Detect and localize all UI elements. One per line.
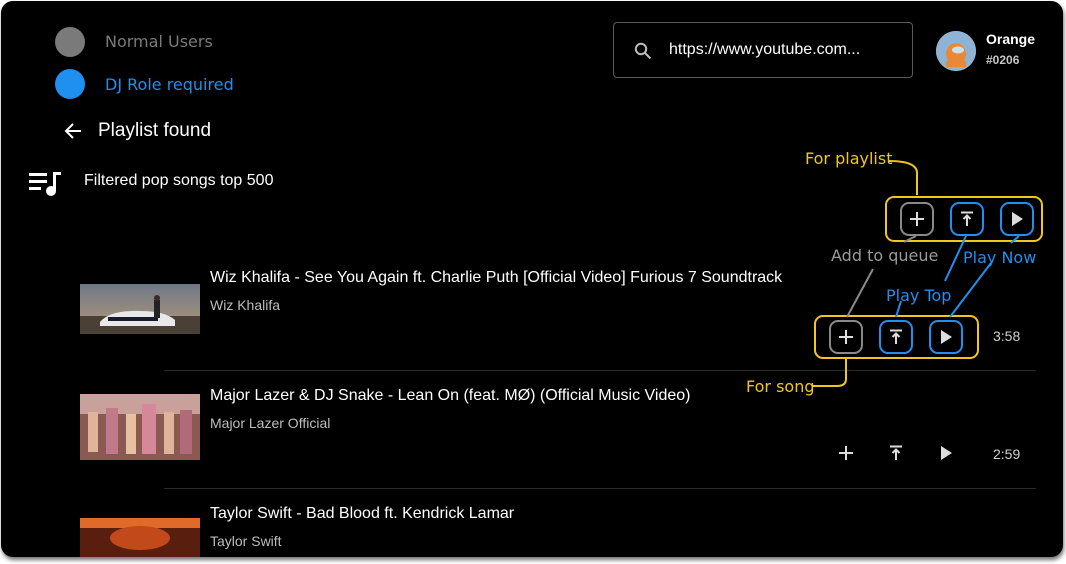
- page-title: Playlist found: [98, 120, 212, 141]
- song-add-button[interactable]: [829, 436, 863, 470]
- plus-icon: [839, 330, 853, 344]
- play-top-annotation: Play Top: [886, 286, 952, 305]
- divider: [164, 488, 1036, 489]
- play-icon: [941, 330, 952, 344]
- search-input[interactable]: https://www.youtube.com...: [613, 22, 913, 78]
- for-song-annotation: For song: [746, 377, 815, 396]
- search-icon: [634, 42, 652, 60]
- song-thumbnail: [80, 394, 200, 460]
- song-play-top-button[interactable]: [879, 320, 913, 354]
- normal-users-dot: [55, 27, 85, 57]
- avatar[interactable]: [936, 31, 976, 71]
- play-top-icon: [890, 329, 902, 344]
- song-duration: 3:58: [993, 328, 1021, 344]
- playlist-add-button[interactable]: [900, 202, 934, 236]
- plus-icon: [910, 212, 924, 226]
- song-play-now-button[interactable]: [929, 320, 963, 354]
- playlist-name: Filtered pop songs top 500: [84, 172, 274, 189]
- add-to-queue-annotation: Add to queue: [831, 246, 939, 265]
- song-thumbnail: [80, 284, 200, 334]
- song-play-now-button[interactable]: [929, 436, 963, 470]
- play-top-icon: [961, 211, 973, 226]
- normal-users-label: Normal Users: [105, 32, 213, 51]
- play-icon: [1012, 212, 1023, 226]
- dj-role-dot: [55, 69, 85, 99]
- song-title[interactable]: Wiz Khalifa - See You Again ft. Charlie …: [210, 269, 782, 287]
- playlist-play-top-button[interactable]: [950, 202, 984, 236]
- song-title[interactable]: Major Lazer & DJ Snake - Lean On (feat. …: [210, 387, 690, 405]
- app-window: Normal Users DJ Role required https://ww…: [1, 1, 1063, 557]
- song-artist: Major Lazer Official: [210, 415, 331, 431]
- search-value: https://www.youtube.com...: [669, 41, 861, 58]
- for-playlist-annotation: For playlist: [805, 149, 893, 168]
- arrow-left-icon[interactable]: [63, 121, 83, 141]
- dj-role-label: DJ Role required: [105, 75, 234, 94]
- play-icon: [941, 446, 952, 460]
- user-name: Orange: [986, 31, 1036, 47]
- user-tag: #0206: [986, 53, 1020, 67]
- song-duration: 2:59: [993, 446, 1021, 462]
- song-title[interactable]: Taylor Swift - Bad Blood ft. Kendrick La…: [210, 505, 514, 523]
- song-thumbnail: [80, 518, 200, 557]
- play-top-icon: [890, 445, 902, 460]
- song-artist: Wiz Khalifa: [210, 297, 281, 313]
- song-play-top-button[interactable]: [879, 436, 913, 470]
- playlist-play-now-button[interactable]: [1000, 202, 1034, 236]
- playlist-music-icon: [29, 172, 61, 196]
- song-artist: Taylor Swift: [210, 533, 282, 549]
- divider: [164, 370, 1036, 371]
- play-now-annotation: Play Now: [963, 248, 1037, 267]
- avatar-icon: [936, 31, 976, 71]
- song-add-button[interactable]: [829, 320, 863, 354]
- plus-icon: [839, 446, 853, 460]
